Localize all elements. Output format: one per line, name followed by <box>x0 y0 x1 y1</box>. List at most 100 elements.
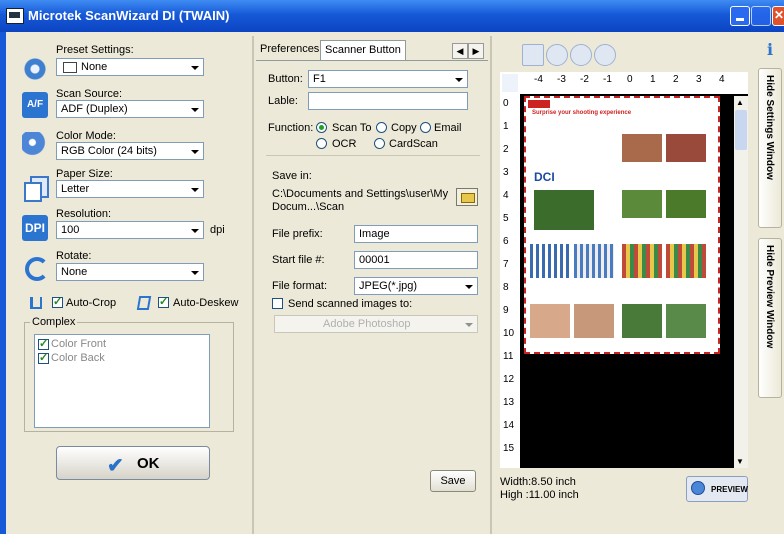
chevron-down-icon[interactable] <box>188 223 202 237</box>
chevron-down-icon[interactable] <box>188 265 202 279</box>
ruler-top: -4 -3 -2 -1 0 1 2 3 4 <box>500 72 748 95</box>
chevron-down-icon[interactable] <box>462 279 476 293</box>
list-item: Color Back <box>51 352 105 364</box>
hide-settings-tab[interactable]: Hide Settings Window <box>758 68 782 228</box>
folder-browse-button[interactable] <box>456 188 478 206</box>
doc-photo <box>666 134 706 162</box>
preset-label: Preset Settings: <box>56 44 134 56</box>
paper-size-select[interactable]: Letter <box>56 180 204 198</box>
info-icon[interactable]: i <box>762 40 778 60</box>
scroll-thumb[interactable] <box>735 110 747 150</box>
paper-size-icon <box>22 174 49 202</box>
doc-photo <box>574 244 614 278</box>
chevron-down-icon[interactable] <box>452 72 466 86</box>
height-readout: High :11.00 inch <box>500 489 579 501</box>
gear-icon <box>22 56 48 82</box>
color-mode-label: Color Mode: <box>56 130 116 142</box>
doc-red-tab <box>528 100 550 108</box>
minimize-button[interactable] <box>730 6 750 26</box>
file-prefix-input[interactable]: Image <box>354 225 478 243</box>
scroll-up-icon[interactable]: ▲ <box>736 98 744 107</box>
tab-preferences[interactable]: Preferences <box>256 40 323 60</box>
cardscan-label: CardScan <box>389 138 438 150</box>
preview-scrollbar[interactable]: ▲ ▼ <box>734 96 748 468</box>
chevron-down-icon[interactable] <box>188 102 202 116</box>
auto-deskew-checkbox[interactable] <box>158 295 169 308</box>
scan-to-label: Scan To <box>332 122 372 134</box>
color-mode-select[interactable]: RGB Color (24 bits) <box>56 142 204 160</box>
save-path-line-2: Docum...\Scan <box>272 201 345 213</box>
auto-deskew-label: Auto-Deskew <box>173 297 239 309</box>
preset-select[interactable]: None <box>56 58 204 76</box>
scroll-down-icon[interactable]: ▼ <box>736 457 744 466</box>
scanner-app-icon <box>6 8 24 24</box>
file-format-label: File format: <box>272 280 328 292</box>
window-title: Microtek ScanWizard DI (TWAIN) <box>28 8 230 23</box>
chevron-down-icon[interactable] <box>188 60 202 74</box>
ocr-radio[interactable] <box>316 138 327 149</box>
send-to-checkbox[interactable] <box>272 298 283 309</box>
checkmark-icon: ✔ <box>107 455 124 477</box>
hide-preview-tab[interactable]: Hide Preview Window <box>758 238 782 398</box>
function-label: Function: <box>268 122 314 134</box>
source-label: Scan Source: <box>56 88 123 100</box>
cardscan-radio[interactable] <box>374 138 385 149</box>
resolution-select[interactable]: 100 <box>56 221 204 239</box>
send-to-select[interactable]: Adobe Photoshop <box>274 315 478 333</box>
panel-divider <box>490 36 492 534</box>
rotate-label: Rotate: <box>56 250 92 262</box>
rotate-icon <box>22 254 49 281</box>
preview-button[interactable]: PREVIEW <box>686 476 748 502</box>
source-select[interactable]: ADF (Duplex) <box>56 100 204 118</box>
crop-icon <box>30 297 42 309</box>
scan-to-radio[interactable] <box>316 122 327 133</box>
tab-scanner-button[interactable]: Scanner Button <box>320 40 406 60</box>
tab-scroll-left-icon[interactable]: ◀ <box>452 43 468 59</box>
paper-size-label: Paper Size: <box>56 168 113 180</box>
complex-list[interactable]: Color Front Color Back <box>34 334 210 428</box>
doc-photo <box>622 134 662 162</box>
lable-input[interactable] <box>308 92 468 110</box>
rotate-select[interactable]: None <box>56 263 204 281</box>
zoom-in-icon[interactable] <box>570 44 592 66</box>
hand-icon[interactable] <box>546 44 568 66</box>
send-to-label: Send scanned images to: <box>288 298 413 310</box>
close-button[interactable] <box>772 6 784 26</box>
color-back-checkbox[interactable] <box>38 351 49 364</box>
copy-radio[interactable] <box>376 122 387 133</box>
window-frame <box>0 32 6 534</box>
email-label: Email <box>434 122 462 134</box>
title-bar: Microtek ScanWizard DI (TWAIN) <box>0 0 784 32</box>
select-tool-icon[interactable] <box>522 44 544 66</box>
button-select[interactable]: F1 <box>308 70 468 88</box>
scanned-page-thumbnail: Surprise your shooting experience DCI <box>524 96 720 354</box>
doc-photo <box>666 304 706 338</box>
zoom-out-icon[interactable] <box>594 44 616 66</box>
divider <box>266 155 480 156</box>
chevron-down-icon[interactable] <box>462 317 476 331</box>
tab-bar: Preferences Scanner Button ◀ ▶ <box>256 40 488 60</box>
auto-crop-checkbox[interactable] <box>52 295 63 308</box>
doc-photo <box>622 304 662 338</box>
doc-photo <box>666 244 706 278</box>
maximize-button[interactable] <box>751 6 771 26</box>
email-radio[interactable] <box>420 122 431 133</box>
tab-scroll-right-icon[interactable]: ▶ <box>468 43 484 59</box>
save-path-line-1: C:\Documents and Settings\user\My <box>272 188 449 200</box>
ruler-unit-icon[interactable] <box>502 74 518 92</box>
panel-divider <box>252 36 254 534</box>
start-file-input[interactable]: 00001 <box>354 251 478 269</box>
save-button[interactable]: Save <box>430 470 476 492</box>
doc-photo <box>574 304 614 338</box>
ruler-left: 0 1 2 3 4 5 6 7 8 9 10 11 12 13 14 15 <box>500 94 521 468</box>
chevron-down-icon[interactable] <box>188 144 202 158</box>
ok-button[interactable]: ✔ OK <box>56 446 210 480</box>
doc-photo <box>622 190 662 218</box>
color-front-checkbox[interactable] <box>38 337 49 350</box>
file-format-select[interactable]: JPEG(*.jpg) <box>354 277 478 295</box>
magnifier-icon <box>691 481 705 495</box>
doc-photo <box>666 190 706 218</box>
doc-photo <box>530 244 570 278</box>
copy-label: Copy <box>391 122 417 134</box>
chevron-down-icon[interactable] <box>188 182 202 196</box>
